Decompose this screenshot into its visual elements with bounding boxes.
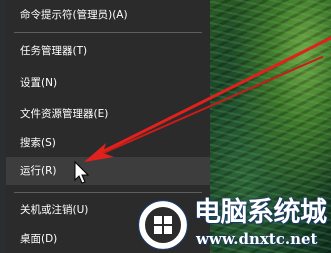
menu-item-search[interactable]: 搜索(S) bbox=[6, 131, 210, 155]
menu-separator bbox=[14, 32, 202, 33]
menu-item-label: 任务管理器(T) bbox=[20, 45, 88, 57]
menu-item-admin-cmd[interactable]: 命令提示符(管理员)(A) bbox=[6, 3, 210, 27]
menu-separator bbox=[14, 192, 202, 193]
watermark: 电脑系统城 www.dnxtc.net bbox=[136, 196, 331, 253]
menu-item-task-manager[interactable]: 任务管理器(T) bbox=[6, 39, 210, 63]
menu-item-file-explorer[interactable]: 文件资源管理器(E) bbox=[6, 102, 210, 126]
watermark-title: 电脑系统城 bbox=[194, 197, 327, 228]
menu-item-label: 运行(R) bbox=[20, 165, 57, 177]
menu-item-label: 搜索(S) bbox=[20, 137, 56, 149]
menu-item-settings[interactable]: 设置(N) bbox=[6, 71, 210, 95]
windows-logo-icon bbox=[137, 199, 189, 251]
menu-item-run[interactable]: 运行(R) bbox=[6, 157, 210, 185]
menu-item-label: 桌面(D) bbox=[20, 233, 58, 245]
menu-item-label: 命令提示符(管理员)(A) bbox=[20, 9, 128, 21]
menu-item-label: 关机或注销(U) bbox=[20, 204, 89, 216]
watermark-url: www.dnxtc.net bbox=[196, 230, 318, 248]
menu-item-label: 文件资源管理器(E) bbox=[20, 108, 109, 120]
menu-item-label: 设置(N) bbox=[20, 77, 58, 89]
